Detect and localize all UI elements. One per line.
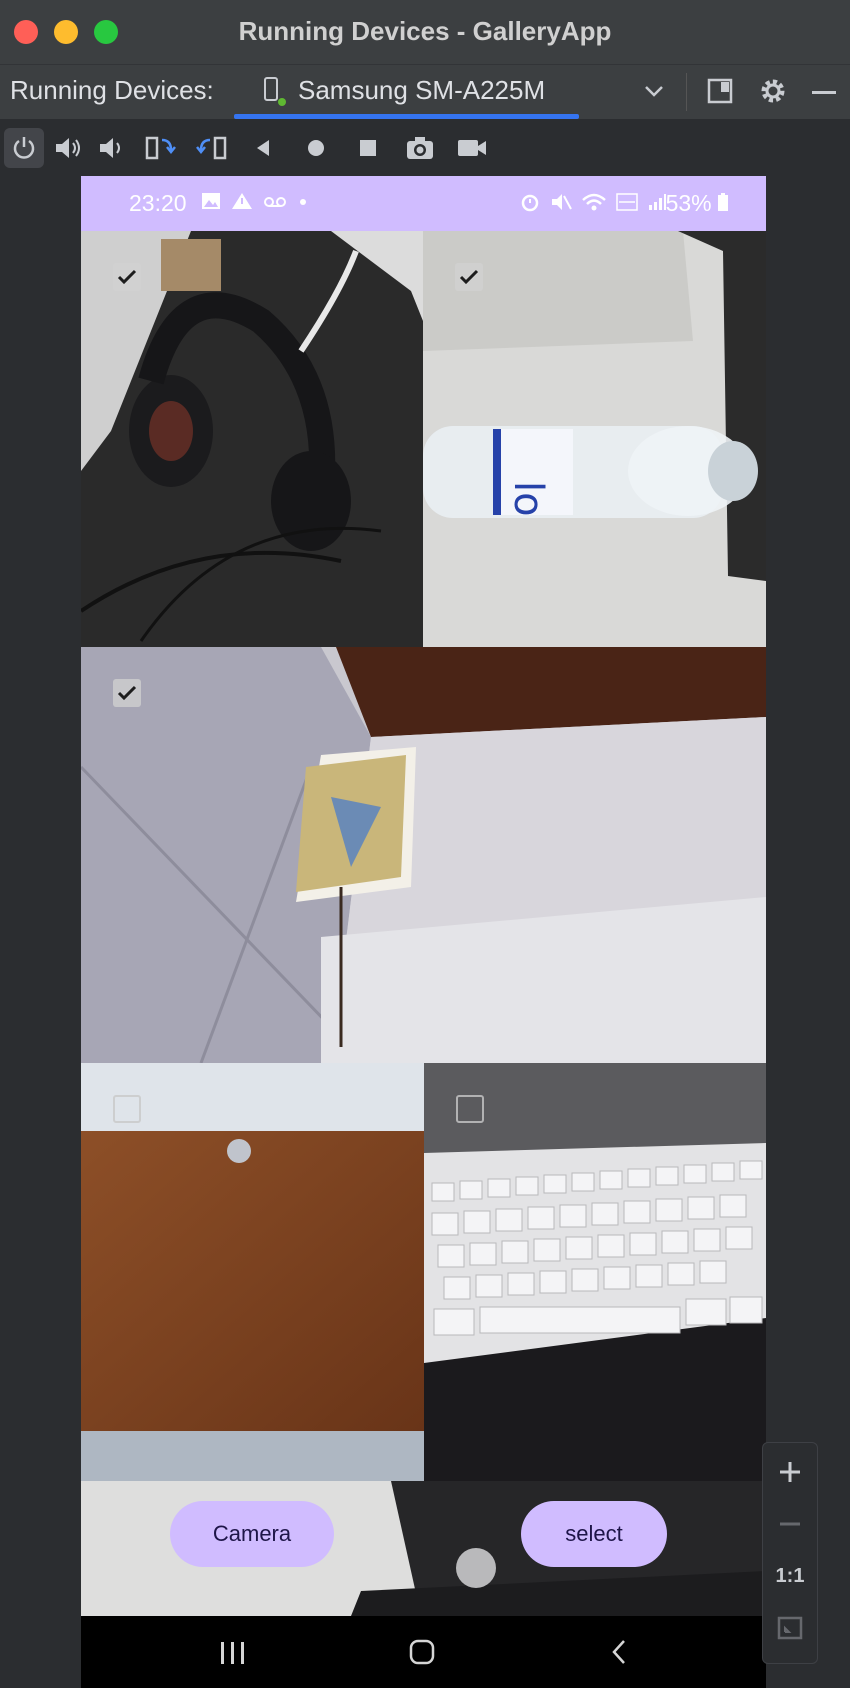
home-nav-icon[interactable]: [408, 1638, 436, 1666]
fit-screen-icon: [777, 1616, 803, 1640]
running-devices-tabbar: Running Devices: Samsung SM-A225M: [0, 65, 850, 120]
photo-checkbox-unchecked[interactable]: [456, 1095, 484, 1123]
camera-button[interactable]: Camera: [170, 1501, 334, 1567]
checkmark-icon: [459, 269, 479, 285]
toolbar-divider: [686, 73, 687, 111]
minus-icon: [780, 1522, 800, 1526]
phone-icon: [264, 77, 278, 101]
device-toolbar: [0, 120, 850, 176]
power-icon: [13, 137, 35, 159]
zoom-in-button[interactable]: [763, 1447, 817, 1497]
layout-icon[interactable]: [707, 78, 733, 104]
photo-checkbox-checked[interactable]: [113, 679, 141, 707]
signal-icon: [649, 194, 666, 210]
volume-up-icon: [56, 138, 80, 158]
home-icon: [308, 140, 324, 156]
gallery-photo-wood[interactable]: [81, 1063, 424, 1481]
volume-up-button[interactable]: [48, 128, 88, 168]
device-tab-label: Samsung SM-A225M: [298, 75, 546, 105]
plus-icon: [780, 1462, 800, 1482]
photo-checkbox-checked[interactable]: [455, 263, 483, 291]
dot-indicator-icon: [300, 199, 306, 205]
zoom-actual-size-button[interactable]: 1:1: [763, 1551, 817, 1601]
gallery-photo-tv[interactable]: [81, 647, 766, 1063]
mute-icon: [552, 194, 572, 210]
overview-button[interactable]: [348, 128, 388, 168]
camera-icon: [407, 137, 433, 159]
wall-tv-image: [81, 647, 766, 1063]
overview-icon: [360, 140, 376, 156]
chevron-down-icon[interactable]: [642, 79, 666, 103]
android-status-bar: 23:20 53%: [81, 176, 766, 231]
gallery-photo-bottle[interactable]: lo: [423, 231, 766, 647]
gear-icon[interactable]: [758, 76, 788, 106]
photo-checkbox-unchecked[interactable]: [113, 1095, 141, 1123]
rotate-right-icon: [196, 136, 227, 160]
water-bottle-image: lo: [423, 231, 766, 647]
rotate-left-button[interactable]: [140, 128, 180, 168]
gallery-photo-headphones[interactable]: [81, 231, 423, 647]
screenshot-button[interactable]: [400, 128, 440, 168]
volte-icon: [616, 193, 638, 211]
photo-checkbox-checked[interactable]: [113, 263, 141, 291]
system-status-icons: [519, 192, 667, 212]
power-button[interactable]: [4, 128, 44, 168]
rotate-right-button[interactable]: [192, 128, 232, 168]
battery-percent: 53%: [665, 190, 712, 216]
checkmark-icon: [117, 685, 137, 701]
home-button[interactable]: [296, 128, 336, 168]
volume-down-icon: [100, 138, 120, 158]
minimize-panel-icon[interactable]: [812, 91, 836, 94]
keyboard-image: [424, 1063, 766, 1481]
online-indicator-icon: [278, 98, 286, 106]
image-notification-icon: [202, 193, 220, 209]
window-title-bar: Running Devices - GalleryApp: [0, 0, 850, 65]
back-icon: [257, 140, 269, 156]
svg-text:lo: lo: [505, 481, 551, 517]
screen-record-button[interactable]: [452, 128, 492, 168]
video-camera-icon: [458, 140, 486, 156]
running-devices-label: Running Devices:: [10, 75, 214, 105]
headphones-image: [81, 231, 423, 647]
device-tab[interactable]: Samsung SM-A225M: [234, 65, 579, 119]
volume-down-button[interactable]: [92, 128, 132, 168]
voicemail-icon: [264, 197, 286, 207]
status-time: 23:20: [129, 190, 187, 216]
notification-icons: [201, 192, 309, 210]
alarm-icon: [521, 194, 539, 212]
rotate-left-icon: [145, 136, 176, 160]
zoom-fit-button[interactable]: [763, 1603, 817, 1653]
window-title: Running Devices - GalleryApp: [238, 16, 612, 46]
android-navigation-bar: [81, 1616, 766, 1688]
zoom-out-button[interactable]: [763, 1499, 817, 1549]
wifi-icon: [582, 193, 606, 211]
back-nav-icon[interactable]: [609, 1638, 629, 1666]
checkmark-icon: [117, 269, 137, 285]
wooden-panel-image: [81, 1063, 424, 1481]
active-tab-underline: [234, 114, 579, 119]
select-button[interactable]: select: [521, 1501, 667, 1567]
device-screen[interactable]: 23:20 53% lo Camera select: [81, 176, 766, 1688]
battery-icon: [718, 193, 728, 211]
back-button[interactable]: [244, 128, 284, 168]
battery-level: 53%: [666, 190, 728, 217]
gallery-photo-keyboard[interactable]: [424, 1063, 766, 1481]
recent-apps-icon[interactable]: [218, 1640, 248, 1666]
zoom-controls: 1:1: [762, 1442, 818, 1664]
warning-icon: [232, 193, 252, 209]
